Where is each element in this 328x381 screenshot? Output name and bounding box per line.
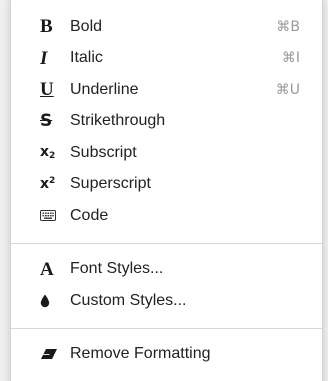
- subscript-icon: x2: [40, 143, 56, 161]
- menu-item-strikethrough[interactable]: S Strikethrough: [11, 106, 322, 138]
- text-format-section: B Bold ⌘B I Italic ⌘I U Underline ⌘U S S…: [11, 11, 322, 232]
- eraser-icon: [40, 344, 62, 364]
- shortcut-label: ⌘I: [281, 50, 300, 67]
- superscript-icon: x2: [40, 176, 56, 193]
- bold-icon: B: [40, 16, 53, 38]
- menu-item-superscript[interactable]: x2 Superscript: [11, 169, 322, 201]
- format-dropdown-menu: B Bold ⌘B I Italic ⌘I U Underline ⌘U S S…: [10, 0, 323, 381]
- menu-item-bold[interactable]: B Bold ⌘B: [11, 11, 322, 43]
- menu-item-label: Custom Styles...: [70, 291, 187, 309]
- styles-section: A Font Styles... Custom Styles...: [11, 254, 322, 317]
- drop-icon: [40, 291, 62, 311]
- menu-item-custom-styles[interactable]: Custom Styles...: [11, 285, 322, 317]
- strikethrough-icon: S: [40, 111, 53, 132]
- font-icon: A: [40, 258, 54, 280]
- menu-item-label: Underline: [70, 80, 139, 98]
- menu-item-label: Superscript: [70, 175, 151, 193]
- shortcut-label: ⌘U: [275, 81, 300, 98]
- keyboard-icon: [40, 206, 62, 226]
- menu-item-label: Strikethrough: [70, 112, 166, 130]
- remove-section: Remove Formatting: [11, 339, 322, 371]
- menu-item-label: Bold: [70, 17, 103, 35]
- underline-icon: U: [40, 79, 54, 101]
- shortcut-label: ⌘B: [276, 18, 300, 35]
- menu-item-label: Subscript: [70, 143, 137, 161]
- menu-item-label: Font Styles...: [70, 260, 164, 278]
- menu-item-italic[interactable]: I Italic ⌘I: [11, 43, 322, 75]
- menu-top-padding: [11, 0, 322, 11]
- menu-item-underline[interactable]: U Underline ⌘U: [11, 74, 322, 106]
- menu-item-label: Remove Formatting: [70, 345, 211, 363]
- menu-item-subscript[interactable]: x2 Subscript: [11, 137, 322, 169]
- menu-item-label: Code: [70, 206, 109, 224]
- menu-item-remove-formatting[interactable]: Remove Formatting: [11, 339, 322, 371]
- italic-icon: I: [40, 47, 48, 69]
- menu-item-code[interactable]: Code: [11, 200, 322, 232]
- menu-item-label: Italic: [70, 49, 103, 67]
- menu-item-font-styles[interactable]: A Font Styles...: [11, 254, 322, 286]
